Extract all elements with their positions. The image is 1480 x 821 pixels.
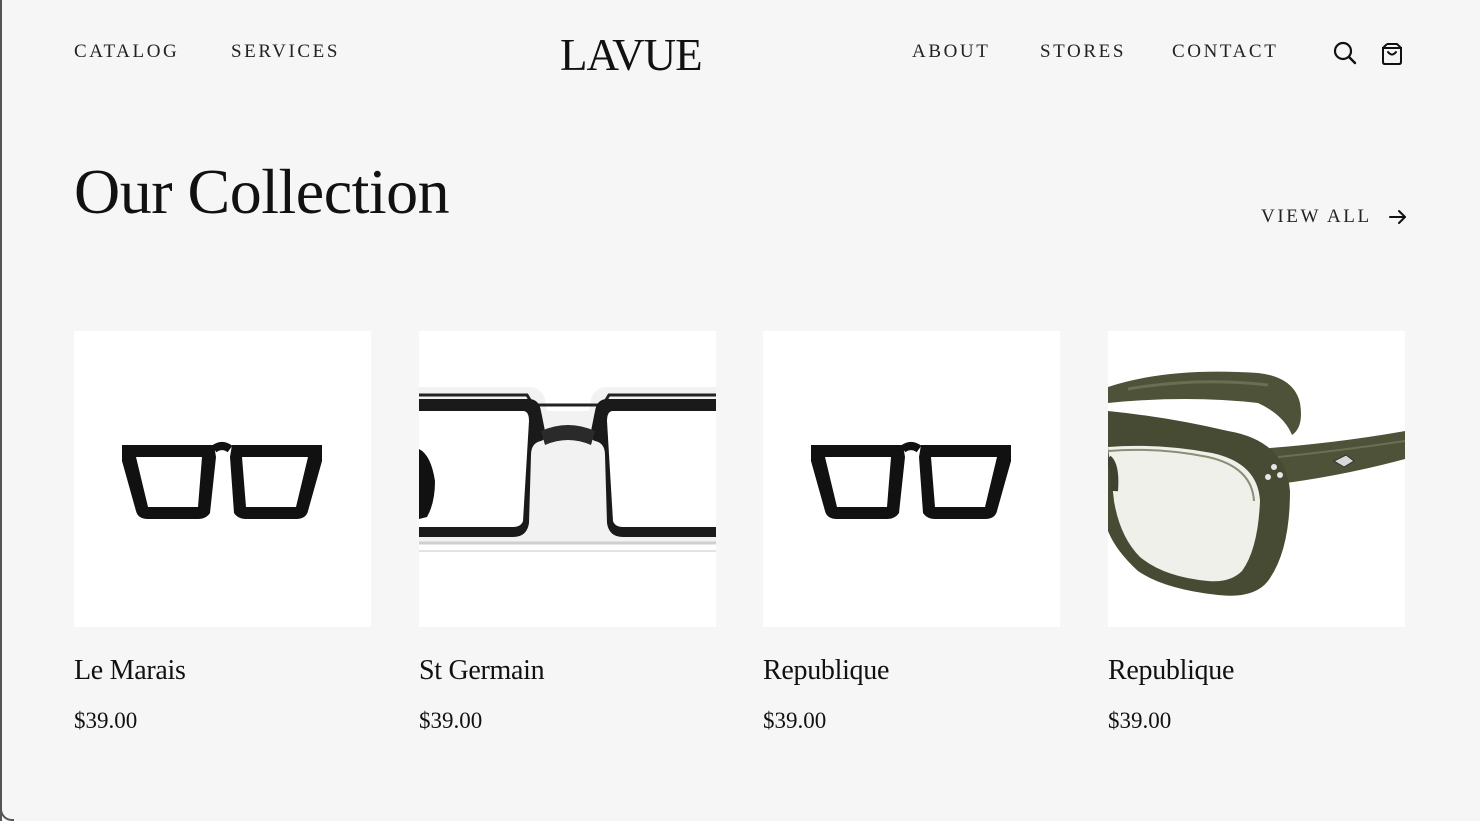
site-header: CATALOG SERVICES LAVUE ABOUT STORES CONT… (0, 0, 1480, 110)
product-image[interactable] (74, 331, 371, 627)
section-title: Our Collection (74, 156, 450, 227)
black-square-glasses-image (122, 442, 322, 519)
product-card[interactable]: Republique $39.00 (763, 331, 1060, 735)
nav-services[interactable]: SERVICES (231, 41, 340, 63)
product-price: $39.00 (419, 708, 483, 733)
nav-about[interactable]: ABOUT (912, 41, 990, 63)
view-all-label: VIEW ALL (1261, 206, 1372, 227)
product-image[interactable] (419, 331, 716, 627)
arrow-right-icon (1388, 210, 1406, 224)
product-card[interactable]: Republique $39.00 (1108, 331, 1405, 735)
product-image[interactable] (1108, 331, 1405, 627)
product-price: $39.00 (1108, 708, 1172, 733)
product-name[interactable]: St Germain (419, 655, 716, 687)
shopping-bag-icon[interactable] (1379, 40, 1405, 66)
product-price: $39.00 (74, 708, 138, 733)
product-name[interactable]: Le Marais (74, 655, 371, 687)
product-card[interactable]: Le Marais $39.00 (74, 331, 371, 735)
search-icon[interactable] (1332, 40, 1358, 66)
nav-catalog[interactable]: CATALOG (74, 41, 179, 63)
clear-black-glasses-closeup-image (419, 387, 716, 552)
brand-logo[interactable]: LAVUE (560, 30, 703, 80)
window-border (0, 0, 2, 821)
product-card[interactable]: St Germain $39.00 (419, 331, 716, 735)
nav-stores[interactable]: STORES (1040, 41, 1126, 63)
nav-contact[interactable]: CONTACT (1172, 41, 1278, 63)
window-corner (0, 807, 14, 821)
product-name[interactable]: Republique (763, 655, 1060, 687)
product-price: $39.00 (763, 708, 827, 733)
view-all-link[interactable]: VIEW ALL (1261, 206, 1408, 228)
black-square-glasses-image (811, 442, 1011, 519)
product-image[interactable] (763, 331, 1060, 627)
olive-green-glasses-angled-image (1108, 371, 1405, 596)
product-name[interactable]: Republique (1108, 655, 1405, 687)
